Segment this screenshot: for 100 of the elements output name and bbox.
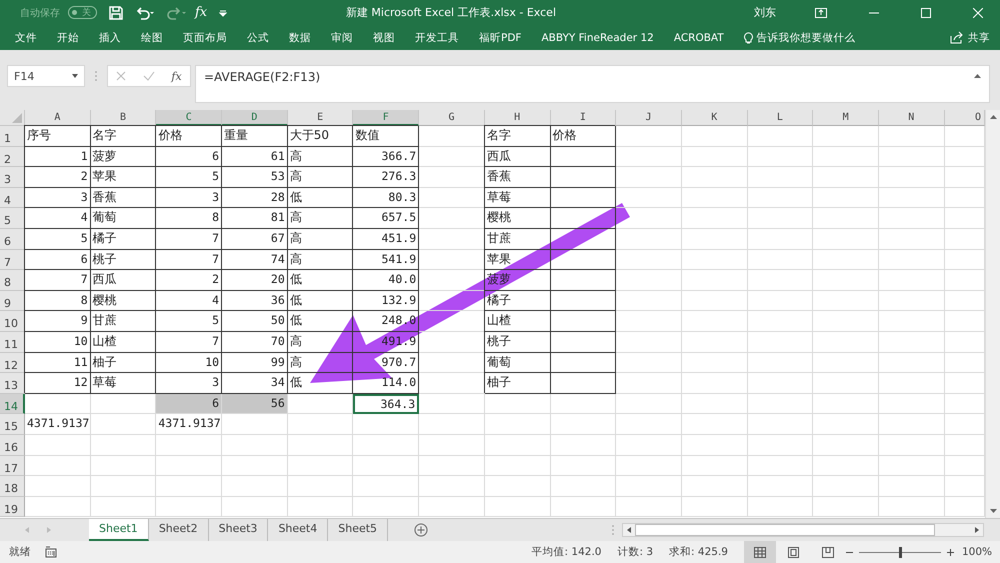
column-header[interactable]: F: [353, 110, 420, 126]
row-header[interactable]: 9: [0, 290, 25, 312]
ribbon-tab[interactable]: 开始: [57, 30, 79, 44]
insert-function-button[interactable]: fx: [195, 5, 208, 20]
horizontal-scrollbar[interactable]: [622, 523, 984, 537]
ribbon-tab[interactable]: 福昕PDF: [479, 30, 522, 44]
row-header[interactable]: 2: [0, 146, 25, 168]
grid-cell: [748, 311, 814, 332]
column-header[interactable]: B: [90, 110, 156, 126]
sheet-tab[interactable]: Sheet1: [89, 519, 149, 541]
grid-cell: [748, 167, 814, 188]
formula-field[interactable]: =AVERAGE(F2:F13): [195, 65, 990, 103]
scroll-thumb[interactable]: [635, 524, 935, 536]
add-sheet-icon[interactable]: [414, 523, 428, 537]
column-header[interactable]: O: [944, 110, 985, 126]
column-header[interactable]: A: [25, 110, 91, 126]
column-header[interactable]: C: [156, 110, 222, 126]
name-box[interactable]: F14: [7, 65, 85, 87]
close-icon[interactable]: [973, 8, 983, 18]
column-header[interactable]: N: [878, 110, 945, 126]
column-header[interactable]: M: [813, 110, 879, 126]
grid-cell: [616, 414, 682, 435]
window-title: 新建 Microsoft Excel 工作表.xlsx - Excel: [346, 5, 556, 20]
row-header[interactable]: 6: [0, 228, 25, 250]
grid-cell: [90, 434, 156, 456]
maximize-icon[interactable]: [921, 8, 931, 18]
check-icon[interactable]: [142, 71, 155, 81]
row-header[interactable]: 19: [0, 496, 25, 518]
ribbon-tab[interactable]: 插入: [99, 30, 121, 44]
column-header[interactable]: E: [288, 110, 354, 126]
row-header[interactable]: 17: [0, 456, 25, 476]
table-cell: 10: [25, 332, 91, 353]
row-header[interactable]: 1: [0, 126, 25, 147]
row-header[interactable]: 14: [0, 394, 25, 414]
scroll-down-icon[interactable]: [990, 509, 996, 513]
row-header[interactable]: 16: [0, 434, 25, 456]
grid-cell: [813, 126, 879, 147]
column-header[interactable]: L: [748, 110, 814, 126]
table-cell: 葡萄: [90, 208, 156, 229]
table-cell: 5: [25, 228, 91, 250]
row-header[interactable]: 12: [0, 352, 25, 374]
ribbon-tab[interactable]: 审阅: [331, 30, 353, 44]
row-header[interactable]: 15: [0, 414, 25, 435]
column-header[interactable]: H: [484, 110, 550, 126]
save-icon[interactable]: [109, 6, 123, 20]
grid-cell: [878, 373, 945, 394]
row-header[interactable]: 8: [0, 270, 25, 291]
share-button[interactable]: 共享: [968, 30, 990, 44]
grid-cell: [813, 311, 879, 332]
vertical-scrollbar[interactable]: [985, 110, 1000, 518]
ribbon-tab[interactable]: 页面布局: [183, 30, 227, 44]
ribbon-tab[interactable]: ACROBAT: [674, 32, 724, 44]
row-header[interactable]: 4: [0, 188, 25, 208]
insert-function-button[interactable]: fx: [171, 70, 182, 82]
grid-cell: [353, 456, 420, 476]
dropdown-caret-icon[interactable]: [72, 74, 78, 78]
row-header[interactable]: 18: [0, 476, 25, 497]
ribbon-tab[interactable]: 数据: [289, 30, 311, 44]
ribbon-tab[interactable]: 文件: [15, 30, 37, 44]
row-header[interactable]: 13: [0, 373, 25, 394]
column-header[interactable]: D: [222, 110, 288, 126]
table-cell: 草莓: [90, 373, 156, 394]
row-header[interactable]: 3: [0, 167, 25, 188]
column-header[interactable]: G: [419, 110, 485, 126]
ribbon-tab[interactable]: 绘图: [141, 30, 163, 44]
grid-cell: [813, 352, 879, 374]
column-header[interactable]: J: [616, 110, 682, 126]
ribbon-tab[interactable]: 公式: [247, 30, 269, 44]
table-cell: 81: [222, 208, 288, 229]
scroll-left-icon[interactable]: [627, 527, 631, 533]
normal-view-button[interactable]: [744, 541, 776, 563]
customize-caret-icon[interactable]: [219, 8, 228, 16]
macro-record-icon[interactable]: [45, 546, 57, 558]
splitter-handle-icon[interactable]: [612, 525, 614, 535]
collapse-caret-icon[interactable]: [974, 74, 981, 78]
splitter-handle-icon[interactable]: [95, 71, 97, 81]
ribbon-tab[interactable]: 开发工具: [415, 30, 459, 44]
scroll-up-icon[interactable]: [990, 115, 996, 119]
row-header[interactable]: 5: [0, 208, 25, 229]
zoom-in-icon[interactable]: [946, 548, 954, 556]
scroll-right-icon[interactable]: [975, 527, 979, 533]
column-header[interactable]: I: [550, 110, 616, 126]
row-header[interactable]: 11: [0, 332, 25, 353]
grid-cell: [878, 250, 945, 270]
zoom-thumb[interactable]: [898, 546, 902, 558]
row-header[interactable]: 10: [0, 311, 25, 332]
user-name[interactable]: 刘东: [754, 5, 776, 20]
row-header[interactable]: 7: [0, 250, 25, 270]
column-header[interactable]: K: [682, 110, 748, 126]
ribbon-tab[interactable]: 视图: [373, 30, 395, 44]
tell-me-search[interactable]: 告诉我你想要做什么: [756, 30, 856, 44]
undo-icon[interactable]: [135, 6, 155, 20]
grid-cell: [550, 434, 616, 456]
zoom-level[interactable]: 100%: [962, 546, 992, 558]
grid-cell: [90, 414, 156, 435]
minimize-icon[interactable]: [869, 12, 879, 14]
grid-cell: [550, 456, 616, 476]
ribbon-display-icon[interactable]: [815, 8, 827, 18]
ribbon-tab[interactable]: ABBYY FineReader 12: [541, 32, 654, 44]
share-icon[interactable]: [950, 31, 964, 44]
